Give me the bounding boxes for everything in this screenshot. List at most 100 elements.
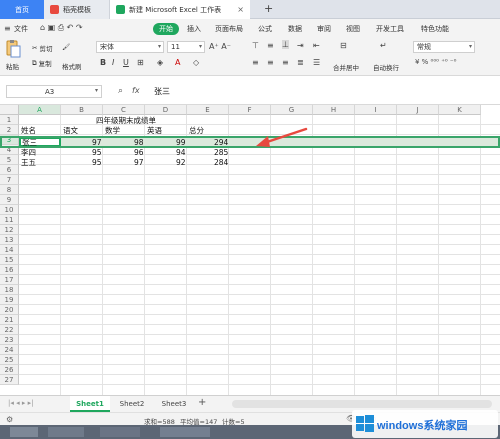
fx-icon[interactable]: fx bbox=[132, 86, 140, 95]
row-header-6[interactable]: 6 bbox=[0, 165, 19, 175]
menu-view[interactable]: 视图 bbox=[346, 24, 360, 34]
align-left-icon[interactable]: ≡ bbox=[252, 58, 259, 67]
add-sheet-icon[interactable]: + bbox=[198, 397, 206, 408]
zoom-icon[interactable]: ⌕ bbox=[118, 86, 123, 96]
row-header-5[interactable]: 5 bbox=[0, 155, 19, 165]
column-header-j[interactable]: J bbox=[397, 105, 439, 115]
menu-review[interactable]: 审阅 bbox=[317, 24, 331, 34]
column-header-c[interactable]: C bbox=[103, 105, 145, 115]
menu-insert[interactable]: 插入 bbox=[187, 24, 201, 34]
row-header-12[interactable]: 12 bbox=[0, 225, 19, 235]
number-format-select[interactable]: 常规 ▾ bbox=[413, 41, 475, 53]
font-size-buttons[interactable]: A⁺ A⁻ bbox=[209, 42, 231, 51]
workbook-tab[interactable]: 新建 Microsoft Excel 工作表 × bbox=[110, 0, 250, 19]
row-header-13[interactable]: 13 bbox=[0, 235, 19, 245]
row-header-2[interactable]: 2 bbox=[0, 125, 19, 135]
font-size-select[interactable]: 11 ▾ bbox=[167, 41, 205, 53]
taskbar-item[interactable] bbox=[48, 427, 84, 437]
taskbar-item[interactable] bbox=[10, 427, 38, 437]
column-header-f[interactable]: F bbox=[229, 105, 271, 115]
spreadsheet-grid[interactable]: ABCDEFGHIJK 1 2 3 4 5 6 7 8 9 10 11 12 13 14 15 16 17 18 1… bbox=[0, 105, 500, 395]
quick-access-icons[interactable]: ⌂ ▣ ⎙ ↶ ↷ bbox=[40, 23, 83, 33]
italic-icon[interactable]: I bbox=[112, 58, 114, 67]
row-header-15[interactable]: 15 bbox=[0, 255, 19, 265]
taskbar-item[interactable] bbox=[160, 427, 210, 437]
row-header-21[interactable]: 21 bbox=[0, 315, 19, 325]
column-header-b[interactable]: B bbox=[61, 105, 103, 115]
menu-developer[interactable]: 开发工具 bbox=[376, 24, 404, 34]
home-tab[interactable]: 首页 bbox=[0, 0, 44, 19]
column-header-h[interactable]: H bbox=[313, 105, 355, 115]
column-header-a[interactable]: A bbox=[19, 105, 61, 115]
menu-data[interactable]: 数据 bbox=[288, 24, 302, 34]
merge-center-button[interactable]: 合并居中 bbox=[333, 62, 359, 72]
menu-features[interactable]: 特色功能 bbox=[421, 24, 449, 34]
align-bottom-icon[interactable]: ⊥ bbox=[282, 40, 289, 49]
align-top-icon[interactable]: ⊤ bbox=[252, 41, 259, 50]
row-header-17[interactable]: 17 bbox=[0, 275, 19, 285]
paste-button[interactable] bbox=[4, 39, 22, 59]
row-header-27[interactable]: 27 bbox=[0, 375, 19, 385]
row-header-19[interactable]: 19 bbox=[0, 295, 19, 305]
file-menu[interactable]: 文件 bbox=[14, 24, 28, 34]
column-header-k[interactable]: K bbox=[439, 105, 481, 115]
column-header-e[interactable]: E bbox=[187, 105, 229, 115]
merge-icon[interactable]: ⊟ bbox=[340, 41, 347, 50]
menu-formula[interactable]: 公式 bbox=[258, 24, 272, 34]
format-painter-button[interactable]: 🖌 bbox=[62, 43, 70, 51]
menu-home[interactable]: 开始 bbox=[153, 23, 179, 35]
outdent-icon[interactable]: ⇤ bbox=[313, 41, 320, 50]
row-header-16[interactable]: 16 bbox=[0, 265, 19, 275]
column-header-d[interactable]: D bbox=[145, 105, 187, 115]
column-header-i[interactable]: I bbox=[355, 105, 397, 115]
copy-button[interactable]: ⧉ 复制 bbox=[32, 58, 52, 69]
sheet-tab-3[interactable]: Sheet3 bbox=[154, 396, 194, 412]
indent-icon[interactable]: ⇥ bbox=[297, 41, 304, 50]
underline-icon[interactable]: U bbox=[123, 58, 129, 67]
horizontal-scrollbar[interactable] bbox=[232, 400, 492, 408]
row-header-22[interactable]: 22 bbox=[0, 325, 19, 335]
formula-input[interactable]: 张三 bbox=[150, 84, 500, 99]
template-tab[interactable]: 稻壳模板 bbox=[44, 0, 110, 19]
row-header-8[interactable]: 8 bbox=[0, 185, 19, 195]
justify-icon[interactable]: ≣ bbox=[297, 58, 304, 67]
number-format-icons[interactable]: ¥ % ⁰⁰⁰ ⁺⁰ ⁻⁰ bbox=[415, 58, 456, 66]
menu-icon[interactable]: ≡ bbox=[4, 24, 11, 33]
sheet-nav-icons[interactable]: |◂ ◂ ▸ ▸| bbox=[8, 399, 33, 407]
align-right-icon[interactable]: ≡ bbox=[282, 58, 289, 67]
border-icon[interactable]: ⊞ bbox=[137, 58, 144, 67]
fill-color-icon[interactable]: ◈ bbox=[157, 58, 163, 67]
row-header-10[interactable]: 10 bbox=[0, 205, 19, 215]
macro-icon[interactable]: ⚙ bbox=[6, 415, 13, 424]
row-header-25[interactable]: 25 bbox=[0, 355, 19, 365]
wrap-icon[interactable]: ↵ bbox=[380, 41, 387, 50]
sheet-tab-2[interactable]: Sheet2 bbox=[112, 396, 152, 412]
row-header-20[interactable]: 20 bbox=[0, 305, 19, 315]
cut-button[interactable]: ✂ 剪切 bbox=[32, 43, 52, 53]
row-header-26[interactable]: 26 bbox=[0, 365, 19, 375]
font-name-select[interactable]: 宋体 ▾ bbox=[96, 41, 164, 53]
select-all-corner[interactable] bbox=[0, 105, 19, 115]
close-tab-icon[interactable]: × bbox=[237, 5, 244, 14]
menu-page-layout[interactable]: 页面布局 bbox=[215, 24, 243, 34]
row-header-23[interactable]: 23 bbox=[0, 335, 19, 345]
align-center-icon[interactable]: ≡ bbox=[267, 58, 274, 67]
name-box[interactable]: A3 ▾ bbox=[6, 85, 102, 98]
distributed-icon[interactable]: ☰ bbox=[313, 58, 320, 67]
align-middle-icon[interactable]: ≡ bbox=[267, 41, 274, 50]
row-header-11[interactable]: 11 bbox=[0, 215, 19, 225]
row-header-1[interactable]: 1 bbox=[0, 115, 19, 125]
bold-icon[interactable]: B bbox=[100, 58, 106, 67]
row-header-14[interactable]: 14 bbox=[0, 245, 19, 255]
sheet-tab-1[interactable]: Sheet1 bbox=[70, 396, 110, 412]
font-color-icon[interactable]: A bbox=[175, 58, 180, 67]
new-tab-icon[interactable]: + bbox=[264, 2, 273, 15]
taskbar-item[interactable] bbox=[100, 427, 140, 437]
row-header-9[interactable]: 9 bbox=[0, 195, 19, 205]
wrap-text-button[interactable]: 自动换行 bbox=[373, 62, 399, 72]
column-header-g[interactable]: G bbox=[271, 105, 313, 115]
row-header-7[interactable]: 7 bbox=[0, 175, 19, 185]
row-header-24[interactable]: 24 bbox=[0, 345, 19, 355]
row-header-18[interactable]: 18 bbox=[0, 285, 19, 295]
clear-icon[interactable]: ◇ bbox=[193, 58, 199, 67]
